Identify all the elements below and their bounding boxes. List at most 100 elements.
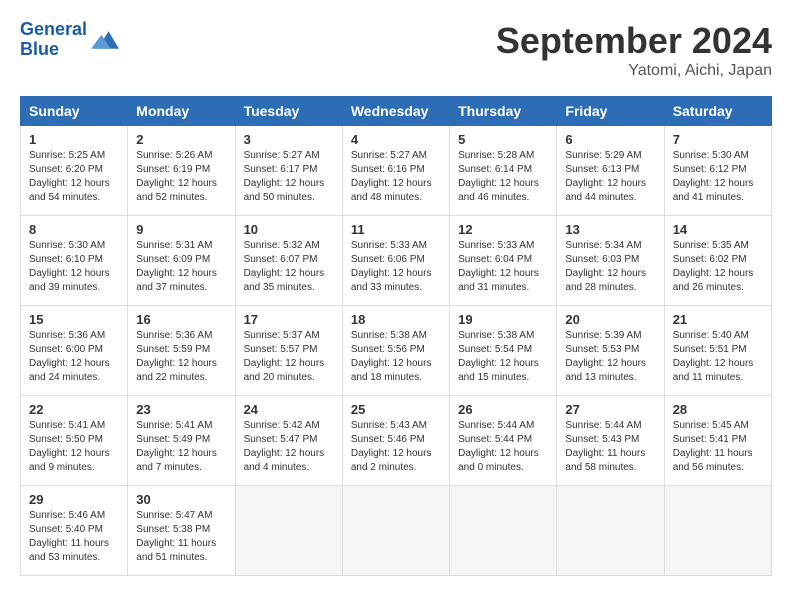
calendar-header-row: SundayMondayTuesdayWednesdayThursdayFrid… <box>21 97 772 126</box>
day-info: Sunrise: 5:37 AMSunset: 5:57 PMDaylight:… <box>244 329 334 385</box>
day-info: Sunrise: 5:30 AMSunset: 6:10 PMDaylight:… <box>29 239 119 295</box>
day-number: 2 <box>136 132 226 147</box>
calendar-day-cell <box>664 486 771 576</box>
calendar-day-cell: 25Sunrise: 5:43 AMSunset: 5:46 PMDayligh… <box>342 396 449 486</box>
day-info: Sunrise: 5:36 AMSunset: 6:00 PMDaylight:… <box>29 329 119 385</box>
day-info: Sunrise: 5:27 AMSunset: 6:16 PMDaylight:… <box>351 149 441 205</box>
month-title: September 2024 <box>496 20 772 62</box>
calendar-day-cell: 18 Sunrise: 5:38 AMSunset: 5:56 PMDayligh… <box>342 306 449 396</box>
calendar-day-cell: 8 Sunrise: 5:30 AMSunset: 6:10 PMDaylight… <box>21 216 128 306</box>
day-info: Sunrise: 5:31 AMSunset: 6:09 PMDaylight:… <box>136 239 226 295</box>
calendar-day-cell: 22Sunrise: 5:41 AMSunset: 5:50 PMDayligh… <box>21 396 128 486</box>
logo-text: GeneralBlue <box>20 20 87 60</box>
calendar-week-row: 22Sunrise: 5:41 AMSunset: 5:50 PMDayligh… <box>21 396 772 486</box>
day-number: 8 <box>29 222 119 237</box>
calendar-table: SundayMondayTuesdayWednesdayThursdayFrid… <box>20 96 772 576</box>
day-number: 16 <box>136 312 226 327</box>
calendar-day-cell: 30 Sunrise: 5:47 AMSunset: 5:38 PMDayligh… <box>128 486 235 576</box>
day-info: Sunrise: 5:39 AMSunset: 5:53 PMDaylight:… <box>565 329 655 385</box>
calendar-day-cell <box>235 486 342 576</box>
calendar-day-cell: 1 Sunrise: 5:25 AMSunset: 6:20 PMDaylight… <box>21 126 128 216</box>
day-info: Sunrise: 5:45 AMSunset: 5:41 PMDaylight:… <box>673 419 763 475</box>
day-info: Sunrise: 5:36 AMSunset: 5:59 PMDaylight:… <box>136 329 226 385</box>
calendar-day-cell: 20 Sunrise: 5:39 AMSunset: 5:53 PMDayligh… <box>557 306 664 396</box>
weekday-header: Tuesday <box>235 97 342 126</box>
day-number: 4 <box>351 132 441 147</box>
weekday-header: Saturday <box>664 97 771 126</box>
calendar-day-cell: 15 Sunrise: 5:36 AMSunset: 6:00 PMDayligh… <box>21 306 128 396</box>
day-number: 12 <box>458 222 548 237</box>
calendar-day-cell: 24 Sunrise: 5:42 AMSunset: 5:47 PMDayligh… <box>235 396 342 486</box>
logo: GeneralBlue <box>20 20 119 60</box>
day-info: Sunrise: 5:25 AMSunset: 6:20 PMDaylight:… <box>29 149 119 205</box>
calendar-day-cell: 7 Sunrise: 5:30 AMSunset: 6:12 PMDaylight… <box>664 126 771 216</box>
day-number: 20 <box>565 312 655 327</box>
calendar-day-cell: 5Sunrise: 5:28 AMSunset: 6:14 PMDaylight… <box>450 126 557 216</box>
day-info: Sunrise: 5:30 AMSunset: 6:12 PMDaylight:… <box>673 149 763 205</box>
calendar-day-cell: 11 Sunrise: 5:33 AMSunset: 6:06 PMDayligh… <box>342 216 449 306</box>
day-number: 27 <box>565 402 655 417</box>
calendar-day-cell: 19Sunrise: 5:38 AMSunset: 5:54 PMDayligh… <box>450 306 557 396</box>
day-info: Sunrise: 5:44 AMSunset: 5:44 PMDaylight:… <box>458 419 548 475</box>
calendar-day-cell: 9 Sunrise: 5:31 AMSunset: 6:09 PMDaylight… <box>128 216 235 306</box>
weekday-header: Friday <box>557 97 664 126</box>
calendar-day-cell <box>342 486 449 576</box>
day-info: Sunrise: 5:35 AMSunset: 6:02 PMDaylight:… <box>673 239 763 295</box>
day-number: 18 <box>351 312 441 327</box>
calendar-day-cell: 13 Sunrise: 5:34 AMSunset: 6:03 PMDayligh… <box>557 216 664 306</box>
calendar-week-row: 29 Sunrise: 5:46 AMSunset: 5:40 PMDayligh… <box>21 486 772 576</box>
page-header: GeneralBlue September 2024 Yatomi, Aichi… <box>20 20 772 80</box>
day-info: Sunrise: 5:42 AMSunset: 5:47 PMDaylight:… <box>244 419 334 475</box>
day-number: 10 <box>244 222 334 237</box>
weekday-header: Wednesday <box>342 97 449 126</box>
day-info: Sunrise: 5:47 AMSunset: 5:38 PMDaylight:… <box>136 509 226 565</box>
day-info: Sunrise: 5:33 AMSunset: 6:04 PMDaylight:… <box>458 239 548 295</box>
calendar-day-cell: 17Sunrise: 5:37 AMSunset: 5:57 PMDayligh… <box>235 306 342 396</box>
day-number: 7 <box>673 132 763 147</box>
calendar-day-cell: 10 Sunrise: 5:32 AMSunset: 6:07 PMDayligh… <box>235 216 342 306</box>
day-number: 5 <box>458 132 548 147</box>
calendar-day-cell: 2 Sunrise: 5:26 AMSunset: 6:19 PMDaylight… <box>128 126 235 216</box>
calendar-day-cell: 4 Sunrise: 5:27 AMSunset: 6:16 PMDaylight… <box>342 126 449 216</box>
day-number: 28 <box>673 402 763 417</box>
day-info: Sunrise: 5:34 AMSunset: 6:03 PMDaylight:… <box>565 239 655 295</box>
day-info: Sunrise: 5:41 AMSunset: 5:49 PMDaylight:… <box>136 419 226 475</box>
day-number: 14 <box>673 222 763 237</box>
calendar-day-cell: 6 Sunrise: 5:29 AMSunset: 6:13 PMDaylight… <box>557 126 664 216</box>
day-info: Sunrise: 5:40 AMSunset: 5:51 PMDaylight:… <box>673 329 763 385</box>
day-number: 11 <box>351 222 441 237</box>
calendar-day-cell: 16 Sunrise: 5:36 AMSunset: 5:59 PMDayligh… <box>128 306 235 396</box>
calendar-day-cell: 14 Sunrise: 5:35 AMSunset: 6:02 PMDayligh… <box>664 216 771 306</box>
day-number: 23 <box>136 402 226 417</box>
day-info: Sunrise: 5:38 AMSunset: 5:56 PMDaylight:… <box>351 329 441 385</box>
calendar-week-row: 15 Sunrise: 5:36 AMSunset: 6:00 PMDayligh… <box>21 306 772 396</box>
month-info: September 2024 Yatomi, Aichi, Japan <box>496 20 772 80</box>
day-number: 26 <box>458 402 548 417</box>
calendar-day-cell <box>557 486 664 576</box>
day-info: Sunrise: 5:32 AMSunset: 6:07 PMDaylight:… <box>244 239 334 295</box>
day-info: Sunrise: 5:44 AMSunset: 5:43 PMDaylight:… <box>565 419 655 475</box>
day-number: 3 <box>244 132 334 147</box>
day-number: 29 <box>29 492 119 507</box>
day-number: 30 <box>136 492 226 507</box>
location: Yatomi, Aichi, Japan <box>496 62 772 80</box>
day-number: 19 <box>458 312 548 327</box>
day-number: 22 <box>29 402 119 417</box>
calendar-day-cell <box>450 486 557 576</box>
day-number: 1 <box>29 132 119 147</box>
day-info: Sunrise: 5:29 AMSunset: 6:13 PMDaylight:… <box>565 149 655 205</box>
day-info: Sunrise: 5:26 AMSunset: 6:19 PMDaylight:… <box>136 149 226 205</box>
calendar-day-cell: 28 Sunrise: 5:45 AMSunset: 5:41 PMDayligh… <box>664 396 771 486</box>
calendar-week-row: 1 Sunrise: 5:25 AMSunset: 6:20 PMDaylight… <box>21 126 772 216</box>
weekday-header: Sunday <box>21 97 128 126</box>
weekday-header: Thursday <box>450 97 557 126</box>
calendar-day-cell: 21Sunrise: 5:40 AMSunset: 5:51 PMDayligh… <box>664 306 771 396</box>
day-info: Sunrise: 5:46 AMSunset: 5:40 PMDaylight:… <box>29 509 119 565</box>
day-number: 15 <box>29 312 119 327</box>
calendar-day-cell: 23 Sunrise: 5:41 AMSunset: 5:49 PMDayligh… <box>128 396 235 486</box>
day-number: 13 <box>565 222 655 237</box>
day-number: 24 <box>244 402 334 417</box>
day-number: 6 <box>565 132 655 147</box>
day-info: Sunrise: 5:33 AMSunset: 6:06 PMDaylight:… <box>351 239 441 295</box>
day-number: 9 <box>136 222 226 237</box>
